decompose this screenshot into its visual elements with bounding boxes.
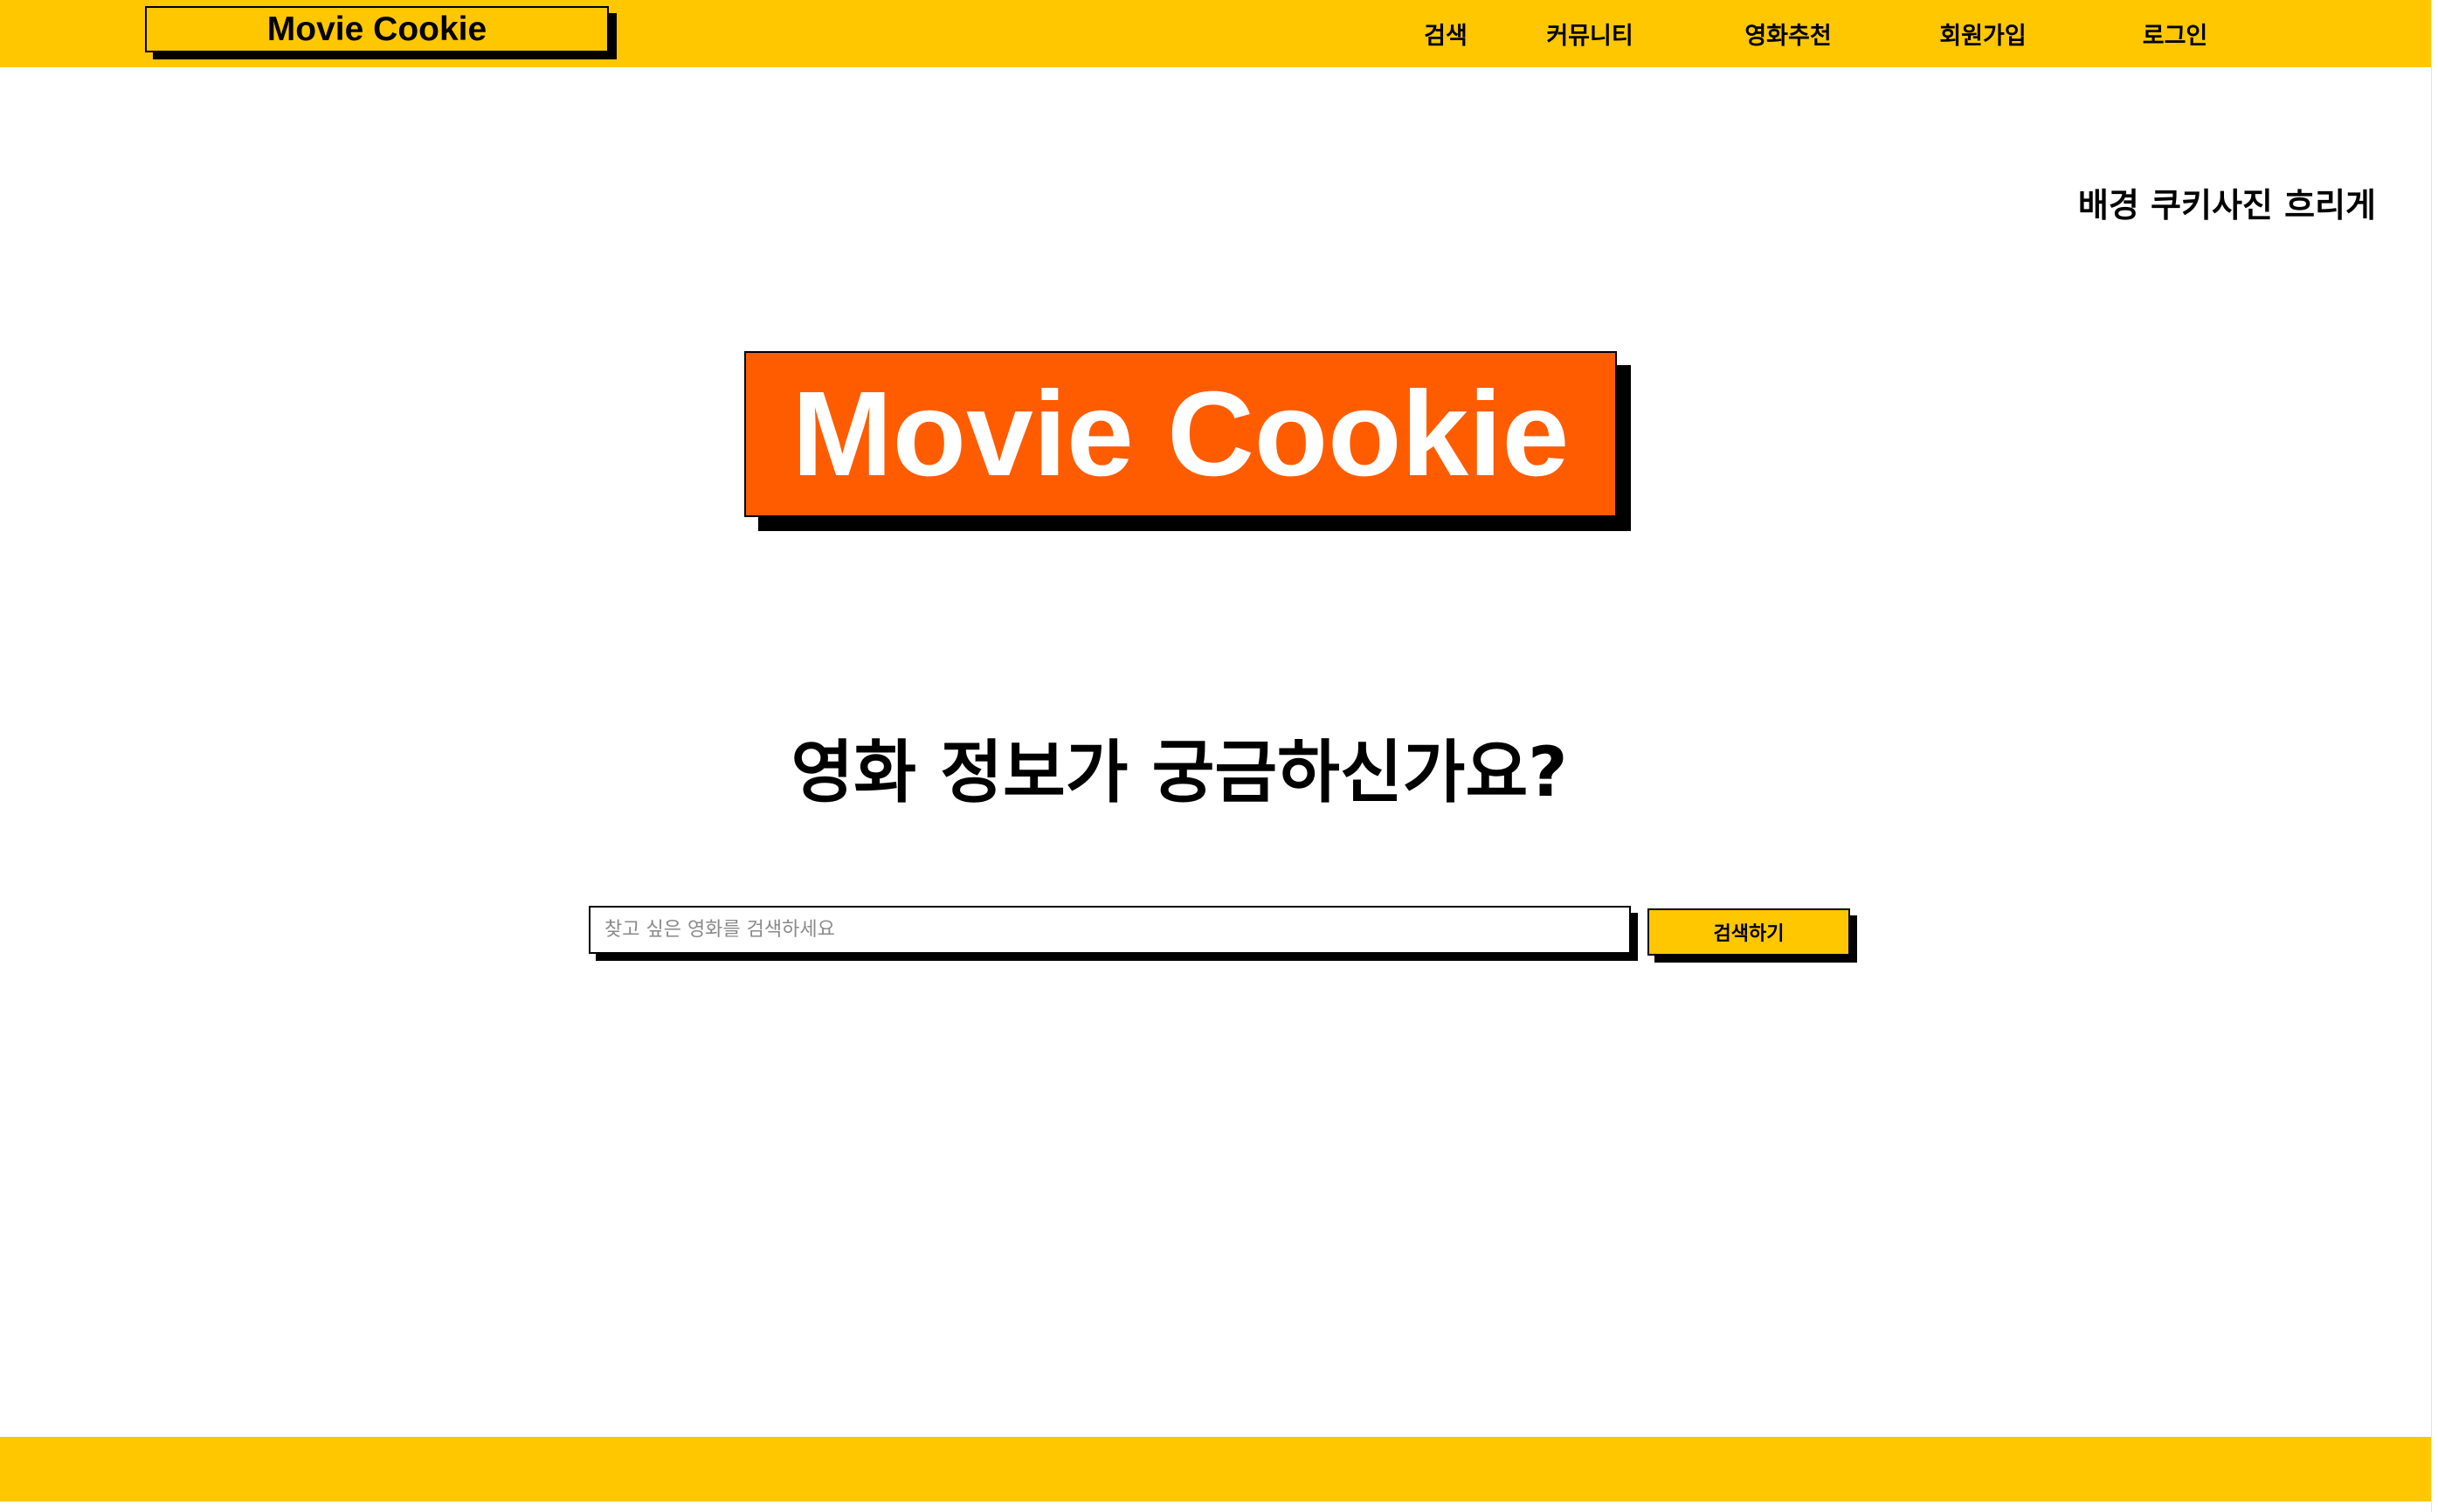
nav-movie-recommend[interactable]: 영화추천 — [1731, 14, 1845, 52]
hero-logo-container: Movie Cookie — [744, 351, 1631, 531]
footer-bar — [0, 1437, 2431, 1502]
top-header: Movie Cookie 검색 커뮤니티 영화추천 회원가입 로그인 — [0, 0, 2431, 67]
nav-login[interactable]: 로그인 — [2131, 14, 2219, 52]
search-button[interactable]: 검색하기 — [1647, 908, 1850, 956]
search-button-container: 검색하기 — [1647, 908, 1857, 963]
search-input[interactable] — [589, 906, 1631, 954]
page-right-edge — [2431, 0, 2432, 1512]
nav-search[interactable]: 검색 — [1408, 14, 1483, 52]
background-note: 배경 쿠키사진 흐리게 — [2077, 186, 2376, 224]
search-box — [589, 906, 1638, 961]
hero-logo: Movie Cookie — [744, 351, 1617, 517]
nav-signup[interactable]: 회원가입 — [1926, 14, 2040, 52]
hero-question: 영화 정보가 궁금하신가요? — [791, 734, 1568, 812]
nav-community[interactable]: 커뮤니티 — [1533, 14, 1647, 52]
header-logo[interactable]: Movie Cookie — [145, 6, 609, 52]
